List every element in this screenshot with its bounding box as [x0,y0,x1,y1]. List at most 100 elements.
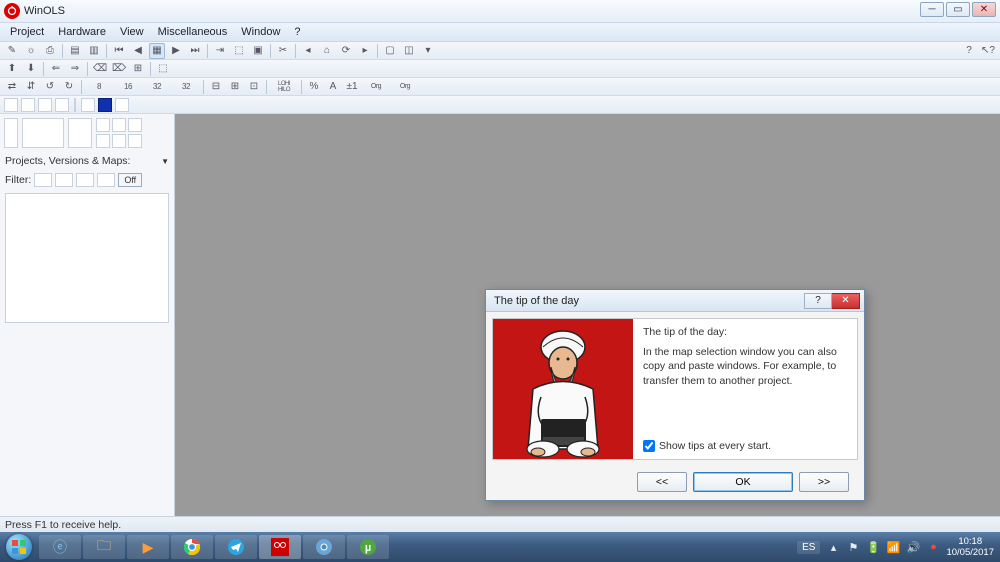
tb3-lohi[interactable]: LOHIHILO [271,79,297,95]
show-tips-checkbox-input[interactable] [643,440,655,452]
menu-view[interactable]: View [114,26,150,38]
filter-off-button[interactable]: Off [118,173,142,187]
tray-chevron-icon[interactable]: ▴ [826,540,840,554]
palette-cell[interactable] [112,134,126,148]
tb1-btn-21[interactable]: ▾ [420,43,436,59]
window-maximize-button[interactable]: ▭ [946,2,970,17]
tip-prev-button[interactable]: << [637,472,687,492]
tb1-btn-14[interactable]: ✂ [275,43,291,59]
tb2-btn-2[interactable]: ⬇ [23,61,39,77]
tb3-btn-2[interactable]: ⇵ [23,79,39,95]
tb1-btn-5[interactable]: ▥ [86,43,102,59]
mt-7[interactable] [115,98,129,112]
filter-cell-2[interactable] [55,173,73,187]
mt-1[interactable] [4,98,18,112]
filter-cell-4[interactable] [97,173,115,187]
tray-battery-icon[interactable]: 🔋 [866,540,880,554]
tb3-btn-13[interactable]: % [306,79,322,95]
filter-cell-1[interactable] [34,173,52,187]
tb1-btn-1[interactable]: ✎ [4,43,20,59]
tb3-btn-14[interactable]: A [325,79,341,95]
tb3-bits-32f[interactable]: 32 [173,79,199,95]
tip-next-button[interactable]: >> [799,472,849,492]
taskbar-ie[interactable]: ⓔ [39,535,81,559]
palette-cell[interactable] [128,118,142,132]
menu-project[interactable]: Project [4,26,50,38]
palette-cell[interactable] [96,134,110,148]
mt-6[interactable] [98,98,112,112]
tb1-btn-7[interactable]: ◀ [130,43,146,59]
mt-3[interactable] [38,98,52,112]
mt-5[interactable] [81,98,95,112]
tb3-btn-9[interactable]: ⊟ [208,79,224,95]
tb3-bits-16[interactable]: 16 [115,79,141,95]
palette-block-1[interactable] [4,118,18,148]
taskbar-chromium[interactable] [303,535,345,559]
tray-flag-icon[interactable]: ⚑ [846,540,860,554]
tb1-btn-11[interactable]: ⇥ [212,43,228,59]
tb3-bits-8[interactable]: 8 [86,79,112,95]
palette-block-3[interactable] [68,118,92,148]
menu-help[interactable]: ? [288,26,306,38]
tray-clock[interactable]: 10:18 10/05/2017 [946,536,994,558]
taskbar-explorer[interactable]: 🗀 [83,535,125,559]
tb2-btn-8[interactable]: ⬚ [155,61,171,77]
tb2-btn-3[interactable]: ⇐ [48,61,64,77]
tb1-btn-15[interactable]: ◂ [300,43,316,59]
tray-app-icon[interactable]: ● [926,540,940,554]
tb3-org2[interactable]: Org [392,79,418,95]
tray-network-icon[interactable]: 📶 [886,540,900,554]
tb2-btn-4[interactable]: ⇒ [67,61,83,77]
taskbar-winols[interactable] [259,535,301,559]
palette-block-2[interactable] [22,118,64,148]
tb3-bits-32[interactable]: 32 [144,79,170,95]
tb1-btn-20[interactable]: ◫ [401,43,417,59]
tb3-btn-1[interactable]: ⇄ [4,79,20,95]
tb1-btn-16[interactable]: ⌂ [319,43,335,59]
mt-2[interactable] [21,98,35,112]
projects-dropdown[interactable]: Projects, Versions & Maps: ▼ [0,152,174,170]
tb2-btn-6[interactable]: ⌦ [111,61,127,77]
tip-ok-button[interactable]: OK [693,472,793,492]
tb1-btn-2[interactable]: ☼ [23,43,39,59]
project-list[interactable] [5,193,169,323]
window-close-button[interactable]: ✕ [972,2,996,17]
window-minimize-button[interactable]: ─ [920,2,944,17]
menu-window[interactable]: Window [235,26,286,38]
menu-hardware[interactable]: Hardware [52,26,112,38]
palette-cell[interactable] [112,118,126,132]
tb2-btn-5[interactable]: ⌫ [92,61,108,77]
palette-cell[interactable] [128,134,142,148]
tb1-btn-8[interactable]: ▦ [149,43,165,59]
tb2-btn-1[interactable]: ⬆ [4,61,20,77]
mt-4[interactable] [55,98,69,112]
tb1-btn-17[interactable]: ⟳ [338,43,354,59]
tb3-btn-10[interactable]: ⊞ [227,79,243,95]
tb3-btn-11[interactable]: ⊡ [246,79,262,95]
start-button[interactable] [0,532,38,562]
taskbar-chrome[interactable] [171,535,213,559]
tb3-btn-3[interactable]: ↺ [42,79,58,95]
tb2-btn-7[interactable]: ⊞ [130,61,146,77]
show-tips-checkbox[interactable]: Show tips at every start. [643,439,849,453]
menu-miscellaneous[interactable]: Miscellaneous [152,26,234,38]
tb1-btn-3[interactable]: ⎙ [42,43,58,59]
tb1-btn-10[interactable]: ⏭ [187,43,203,59]
tb1-btn-13[interactable]: ▣ [250,43,266,59]
tb1-btn-4[interactable]: ▤ [67,43,83,59]
tray-language[interactable]: ES [797,541,820,554]
tb1-btn-19[interactable]: ▢ [382,43,398,59]
tray-volume-icon[interactable]: 🔊 [906,540,920,554]
help-icon[interactable]: ? [961,43,977,59]
taskbar-telegram[interactable] [215,535,257,559]
dialog-help-button[interactable]: ? [804,293,832,309]
tb1-btn-12[interactable]: ⬚ [231,43,247,59]
tb3-org1[interactable]: Org [363,79,389,95]
whatsthis-icon[interactable]: ↖? [980,43,996,59]
taskbar-utorrent[interactable]: µ [347,535,389,559]
tb1-btn-6[interactable]: ⏮ [111,43,127,59]
palette-cell[interactable] [96,118,110,132]
tb1-btn-9[interactable]: ▶ [168,43,184,59]
tb1-btn-18[interactable]: ▸ [357,43,373,59]
taskbar-media[interactable]: ▶ [127,535,169,559]
